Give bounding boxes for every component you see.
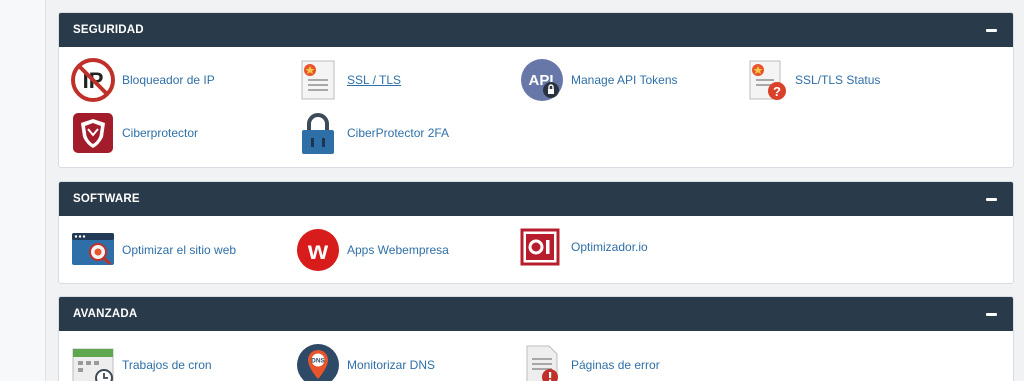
panel-header-avanzada[interactable]: AVANZADA — [59, 297, 1013, 331]
item-manage-api-tokens[interactable]: API Manage API Tokens — [520, 58, 678, 102]
item-label: Bloqueador de IP — [122, 73, 215, 87]
panel-header-software[interactable]: SOFTWARE — [59, 182, 1013, 216]
panel-seguridad: SEGURIDAD IP Bloqueador de IP — [58, 12, 1014, 168]
item-label: Optimizar el sitio web — [122, 243, 237, 257]
panel-avanzada: AVANZADA Trabajos de cron DNS Monitoriza… — [58, 296, 1014, 381]
item-label: CiberProtector 2FA — [347, 126, 450, 140]
item-ciberprotector-2fa[interactable]: CiberProtector 2FA — [296, 111, 449, 155]
panel-title: AVANZADA — [73, 308, 138, 320]
svg-text:w: w — [307, 235, 329, 265]
item-label: Apps Webempresa — [347, 243, 449, 257]
panel-header-seguridad[interactable]: SEGURIDAD — [59, 13, 1013, 47]
item-paginas-error[interactable]: Páginas de error — [520, 343, 660, 381]
collapse-icon[interactable] — [983, 191, 999, 207]
svg-text:DNS: DNS — [311, 358, 325, 365]
item-ssl-tls[interactable]: SSL / TLS — [296, 58, 401, 102]
item-label: Trabajos de cron — [122, 358, 212, 372]
item-ciberprotector[interactable]: Ciberprotector — [71, 111, 198, 155]
item-label: Manage API Tokens — [571, 73, 678, 87]
item-apps-webempresa[interactable]: w Apps Webempresa — [296, 228, 449, 272]
item-label: SSL / TLS — [347, 73, 402, 87]
item-label: Páginas de error — [571, 358, 660, 372]
item-label: Monitorizar DNS — [347, 358, 436, 372]
api-token-icon: API — [520, 58, 564, 102]
item-optimizador-io[interactable]: Optimizador.io — [520, 225, 648, 269]
collapse-icon[interactable] — [983, 22, 999, 38]
item-ssl-tls-status[interactable]: ? SSL/TLS Status — [744, 58, 880, 102]
website-optimize-icon — [71, 228, 115, 272]
panel-title: SEGURIDAD — [73, 24, 144, 36]
collapse-icon[interactable] — [983, 306, 999, 322]
dns-pin-icon: DNS — [296, 343, 340, 381]
ip-blocker-icon: IP — [71, 58, 115, 102]
item-bloqueador-ip[interactable]: IP Bloqueador de IP — [71, 58, 215, 102]
left-sidebar-strip — [0, 0, 46, 381]
item-label: Ciberprotector — [122, 126, 199, 140]
item-label: Optimizador.io — [571, 240, 648, 254]
panel-title: SOFTWARE — [73, 193, 140, 205]
calendar-clock-icon — [71, 343, 115, 381]
optimizador-logo-icon — [520, 225, 564, 269]
item-label: SSL/TLS Status — [795, 73, 881, 87]
certificate-icon — [296, 58, 340, 102]
item-trabajos-cron[interactable]: Trabajos de cron — [71, 343, 212, 381]
webempresa-logo-icon: w — [296, 228, 340, 272]
error-page-icon — [520, 343, 564, 381]
certificate-status-icon: ? — [744, 58, 788, 102]
shield-icon — [71, 111, 115, 155]
panel-software: SOFTWARE Optimizar el sitio web w Apps W… — [58, 181, 1014, 284]
item-optimizar-sitio-web[interactable]: Optimizar el sitio web — [71, 228, 236, 272]
svg-text:?: ? — [773, 84, 781, 99]
item-monitorizar-dns[interactable]: DNS Monitorizar DNS — [296, 343, 435, 381]
padlock-icon — [296, 111, 340, 155]
